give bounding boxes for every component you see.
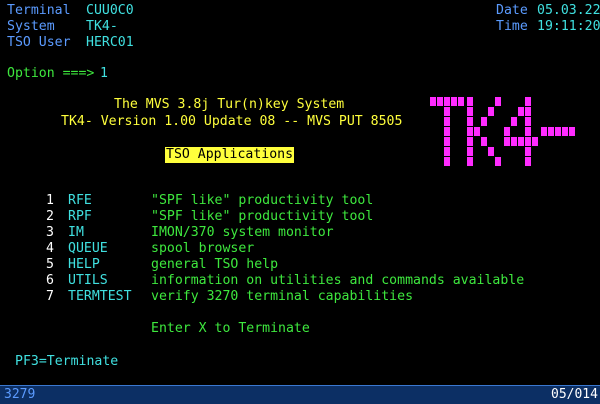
menu-item-desc: spool browser	[151, 241, 255, 256]
system-title: The MVS 3.8j Tur(n)key System	[114, 97, 345, 112]
option-row: Option ===> 1	[0, 66, 600, 82]
terminate-instruction: Enter X to Terminate	[151, 321, 310, 336]
logo-pixel	[481, 117, 487, 126]
menu-item-number: 3	[46, 225, 54, 240]
status-bar: 3279 05/014	[0, 385, 600, 404]
header-row-1: Terminal CUU0C0 Date 05.03.22	[0, 3, 600, 19]
option-label: Option ===>	[7, 66, 95, 81]
logo-pixel	[467, 97, 473, 106]
menu-item[interactable]: 1 RFE "SPF like" productivity tool	[0, 193, 600, 209]
terminal-label: Terminal	[7, 3, 71, 18]
section-title: TSO Applications	[165, 147, 295, 163]
logo-pixel	[467, 107, 473, 116]
section-title-row: TSO Applications	[0, 147, 600, 163]
menu-item-rpf[interactable]: RPF	[68, 209, 92, 225]
logo-pixel	[525, 127, 531, 136]
menu-item-help[interactable]: HELP	[68, 257, 100, 273]
logo-pixel	[467, 127, 473, 136]
pf3-terminate[interactable]: PF3=Terminate	[15, 354, 118, 370]
logo-pixel	[548, 127, 554, 136]
logo-pixel	[458, 97, 464, 106]
menu-item-number: 2	[46, 209, 54, 224]
terminal-model: 3279	[4, 387, 36, 402]
logo-pixel	[504, 127, 510, 136]
system-value: TK4-	[86, 19, 118, 34]
logo-pixel	[525, 137, 531, 146]
tso-user-value: HERC01	[86, 35, 134, 50]
logo-pixel	[451, 97, 457, 106]
logo-pixel	[518, 107, 524, 116]
system-label: System	[7, 19, 55, 34]
menu-item[interactable]: 7 TERMTEST verify 3270 terminal capabili…	[0, 289, 600, 305]
logo-pixel	[467, 137, 473, 146]
menu-item-desc: information on utilities and commands av…	[151, 273, 525, 288]
option-input[interactable]: 1	[100, 66, 108, 82]
menu-item[interactable]: 2 RPF "SPF like" productivity tool	[0, 209, 600, 225]
menu-item-desc: verify 3270 terminal capabilities	[151, 289, 414, 304]
menu-item-number: 6	[46, 273, 54, 288]
menu-item-desc: IMON/370 system monitor	[151, 225, 334, 240]
logo-pixel	[481, 137, 487, 146]
logo-pixel	[555, 127, 561, 136]
version-line: TK4- Version 1.00 Update 08 -- MVS PUT 8…	[61, 114, 403, 129]
menu-item-im[interactable]: IM	[68, 225, 84, 241]
logo-pixel	[437, 97, 443, 106]
menu-item-number: 5	[46, 257, 54, 272]
date-label: Date	[496, 3, 528, 18]
menu-item-rfe[interactable]: RFE	[68, 193, 92, 209]
terminate-row: Enter X to Terminate	[0, 321, 600, 337]
menu-item-termtest[interactable]: TERMTEST	[68, 289, 132, 305]
menu-item-utils[interactable]: UTILS	[68, 273, 108, 289]
terminal-value: CUU0C0	[86, 3, 134, 18]
tso-user-label: TSO User	[7, 35, 71, 50]
date-value: 05.03.22	[537, 3, 600, 18]
logo-pixel	[532, 137, 538, 146]
logo-pixel	[444, 127, 450, 136]
menu-item-number: 4	[46, 241, 54, 256]
menu-item[interactable]: 3 IM IMON/370 system monitor	[0, 225, 600, 241]
logo-pixel	[495, 97, 501, 106]
logo-pixel	[430, 97, 436, 106]
time-value: 19:11:20	[537, 19, 600, 34]
menu-item[interactable]: 4 QUEUE spool browser	[0, 241, 600, 257]
logo-pixel	[444, 117, 450, 126]
logo-pixel	[525, 117, 531, 126]
logo-pixel	[488, 107, 494, 116]
logo-pixel	[467, 117, 473, 126]
menu-item[interactable]: 5 HELP general TSO help	[0, 257, 600, 273]
menu-item-number: 7	[46, 289, 54, 304]
logo-pixel	[511, 117, 517, 126]
logo-pixel	[562, 127, 568, 136]
pf-key-row: PF3=Terminate	[0, 354, 600, 370]
logo-pixel	[474, 127, 480, 136]
menu-item-queue[interactable]: QUEUE	[68, 241, 108, 257]
menu-item-desc: "SPF like" productivity tool	[151, 209, 374, 224]
logo-pixel	[504, 137, 510, 146]
logo-pixel	[541, 127, 547, 136]
logo-pixel	[511, 137, 517, 146]
menu-item-desc: "SPF like" productivity tool	[151, 193, 374, 208]
menu-item[interactable]: 6 UTILS information on utilities and com…	[0, 273, 600, 289]
logo-pixel	[525, 97, 531, 106]
menu-item-desc: general TSO help	[151, 257, 279, 272]
header-row-2: System TK4- Time 19:11:20	[0, 19, 600, 35]
menu-item-number: 1	[46, 193, 54, 208]
cursor-position: 05/014	[551, 387, 598, 402]
header-row-3: TSO User HERC01	[0, 35, 600, 51]
logo-pixel	[518, 137, 524, 146]
logo-pixel	[569, 127, 575, 136]
logo-pixel	[444, 137, 450, 146]
logo-pixel	[444, 97, 450, 106]
time-label: Time	[496, 19, 528, 34]
logo-pixel	[525, 107, 531, 116]
logo-pixel	[444, 107, 450, 116]
